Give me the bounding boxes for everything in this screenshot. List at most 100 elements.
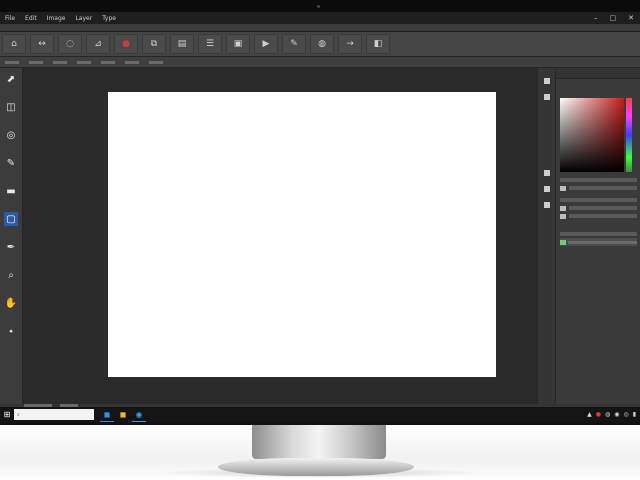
type-tool-icon: ▬: [6, 185, 16, 197]
hand-tool[interactable]: ✋: [0, 292, 22, 320]
swatch-icon: [560, 185, 566, 191]
tray-alert-icon[interactable]: ●: [596, 411, 601, 418]
menu-bar: File Edit Image Layer Type – □ ✕: [0, 12, 640, 24]
tray-volume-icon[interactable]: ◉: [614, 411, 619, 418]
zoom-tool-icon: ⌕: [8, 269, 14, 281]
color-panel-header[interactable]: [556, 68, 640, 79]
hand-tool-icon: ✋: [4, 297, 18, 309]
option-item[interactable]: [29, 60, 43, 64]
tab-strip: [0, 24, 640, 32]
right-panels: [555, 68, 640, 404]
mask-icon[interactable]: ◧: [366, 34, 390, 54]
option-item[interactable]: [5, 60, 19, 64]
option-item[interactable]: [125, 60, 139, 64]
layer-thumbnail: [560, 239, 566, 245]
webcam: [317, 5, 320, 8]
search-input[interactable]: ⌕: [14, 409, 94, 420]
pen-tool[interactable]: ✒: [0, 236, 22, 264]
tray-notification-icon[interactable]: ▮: [633, 411, 636, 418]
brush-icon[interactable]: ✎: [282, 34, 306, 54]
adjustment-row[interactable]: [556, 212, 640, 220]
screen: File Edit Image Layer Type – □ ✕ ⌂ ↔ ◌ ⊿…: [0, 12, 640, 422]
home-icon[interactable]: ⌂: [2, 34, 26, 54]
document-canvas[interactable]: [108, 92, 496, 377]
move-tool[interactable]: ⬈: [0, 68, 22, 96]
main-toolbar: ⌂ ↔ ◌ ⊿ ● ⧉ ▤ ☰ ▣ ▶ ✎ ◍ → ◧: [0, 32, 640, 57]
panel-dock-strip: [537, 68, 556, 404]
menu-image[interactable]: Image: [42, 15, 71, 22]
eyedropper-tool-icon: ⬩: [9, 325, 13, 337]
tray-clock-icon[interactable]: ◎: [623, 411, 628, 418]
crop-icon[interactable]: ⊿: [86, 34, 110, 54]
menu-edit[interactable]: Edit: [20, 15, 42, 22]
pen-tool-icon: ✒: [6, 241, 16, 253]
minimize-button[interactable]: –: [588, 14, 604, 22]
window-controls: – □ ✕: [588, 14, 640, 22]
option-item[interactable]: [101, 60, 115, 64]
options-bar: [0, 57, 640, 68]
zoom-tool[interactable]: ⌕: [0, 264, 22, 292]
dock-icon[interactable]: [544, 78, 550, 84]
eyedropper-tool[interactable]: ⬩: [0, 320, 22, 348]
canvas-workspace[interactable]: [23, 68, 536, 404]
folder-app-icon[interactable]: ◼: [116, 408, 130, 421]
photo-app-icon[interactable]: ◼: [100, 408, 114, 422]
maximize-button[interactable]: □: [604, 14, 623, 22]
adjustment-bar: [569, 214, 637, 218]
marquee-tool-icon: ◫: [6, 101, 16, 113]
tray-network-icon[interactable]: ◍: [605, 411, 610, 418]
monitor-bezel-top: [0, 0, 640, 12]
lasso-icon[interactable]: ◌: [58, 34, 82, 54]
brush-tool[interactable]: ✎: [0, 152, 22, 180]
type-tool[interactable]: ▬: [0, 180, 22, 208]
close-button[interactable]: ✕: [622, 14, 640, 22]
align-icon[interactable]: ☰: [198, 34, 222, 54]
layer-row[interactable]: [560, 238, 637, 246]
dock-icon[interactable]: [544, 202, 550, 208]
arrow-icon[interactable]: →: [338, 34, 362, 54]
adjustment-bar: [560, 198, 637, 202]
adjustment-row[interactable]: [556, 204, 640, 212]
layers-panel: [556, 230, 640, 246]
adjustment-bar: [569, 206, 637, 210]
swatch-icon: [560, 213, 566, 219]
dock-icon[interactable]: [544, 170, 550, 176]
shape-tool[interactable]: ▢: [0, 208, 22, 236]
adjustments-panel: [556, 196, 640, 220]
swatch-icon: [560, 205, 566, 211]
marquee-tool[interactable]: ◫: [0, 96, 22, 124]
adjustment-row[interactable]: [556, 196, 640, 204]
dock-icon[interactable]: [544, 94, 550, 100]
color-picker-field[interactable]: [560, 98, 624, 172]
color-icon[interactable]: ●: [114, 34, 138, 54]
move-icon[interactable]: ↔: [30, 34, 54, 54]
brush-tool-icon: ✎: [6, 157, 16, 169]
option-item[interactable]: [149, 60, 163, 64]
menu-type[interactable]: Type: [97, 15, 121, 22]
properties-header[interactable]: [556, 176, 640, 184]
tools-panel: ⬈ ◫ ◎ ✎ ▬ ▢ ✒ ⌕ ✋ ⬩: [0, 68, 23, 404]
option-item[interactable]: [53, 60, 67, 64]
camera-icon[interactable]: ▶: [254, 34, 278, 54]
tray-up-icon[interactable]: ▲: [587, 411, 592, 418]
layers-header-bar: [560, 232, 637, 236]
menu-file[interactable]: File: [0, 15, 20, 22]
stamp-icon[interactable]: ◍: [310, 34, 334, 54]
property-row[interactable]: [556, 184, 640, 192]
browser-app-icon[interactable]: ◉: [132, 408, 146, 422]
taskbar: ⊞ ⌕ ◼ ◼ ◉ ▲ ● ◍ ◉ ◎ ▮: [0, 407, 640, 422]
option-item[interactable]: [77, 60, 91, 64]
dock-icon[interactable]: [544, 186, 550, 192]
property-bar: [569, 186, 637, 190]
layer-name-bar: [568, 240, 637, 244]
lasso-tool[interactable]: ◎: [0, 124, 22, 152]
shape-tool-icon: ▢: [4, 212, 18, 226]
start-icon[interactable]: ⊞: [0, 407, 14, 422]
book-icon[interactable]: ▤: [170, 34, 194, 54]
menu-layer[interactable]: Layer: [70, 15, 97, 22]
layers-header[interactable]: [556, 230, 640, 238]
image-icon[interactable]: ▣: [226, 34, 250, 54]
frame-icon[interactable]: ⧉: [142, 34, 166, 54]
properties-panel: [556, 176, 640, 192]
hue-slider[interactable]: [626, 98, 632, 172]
